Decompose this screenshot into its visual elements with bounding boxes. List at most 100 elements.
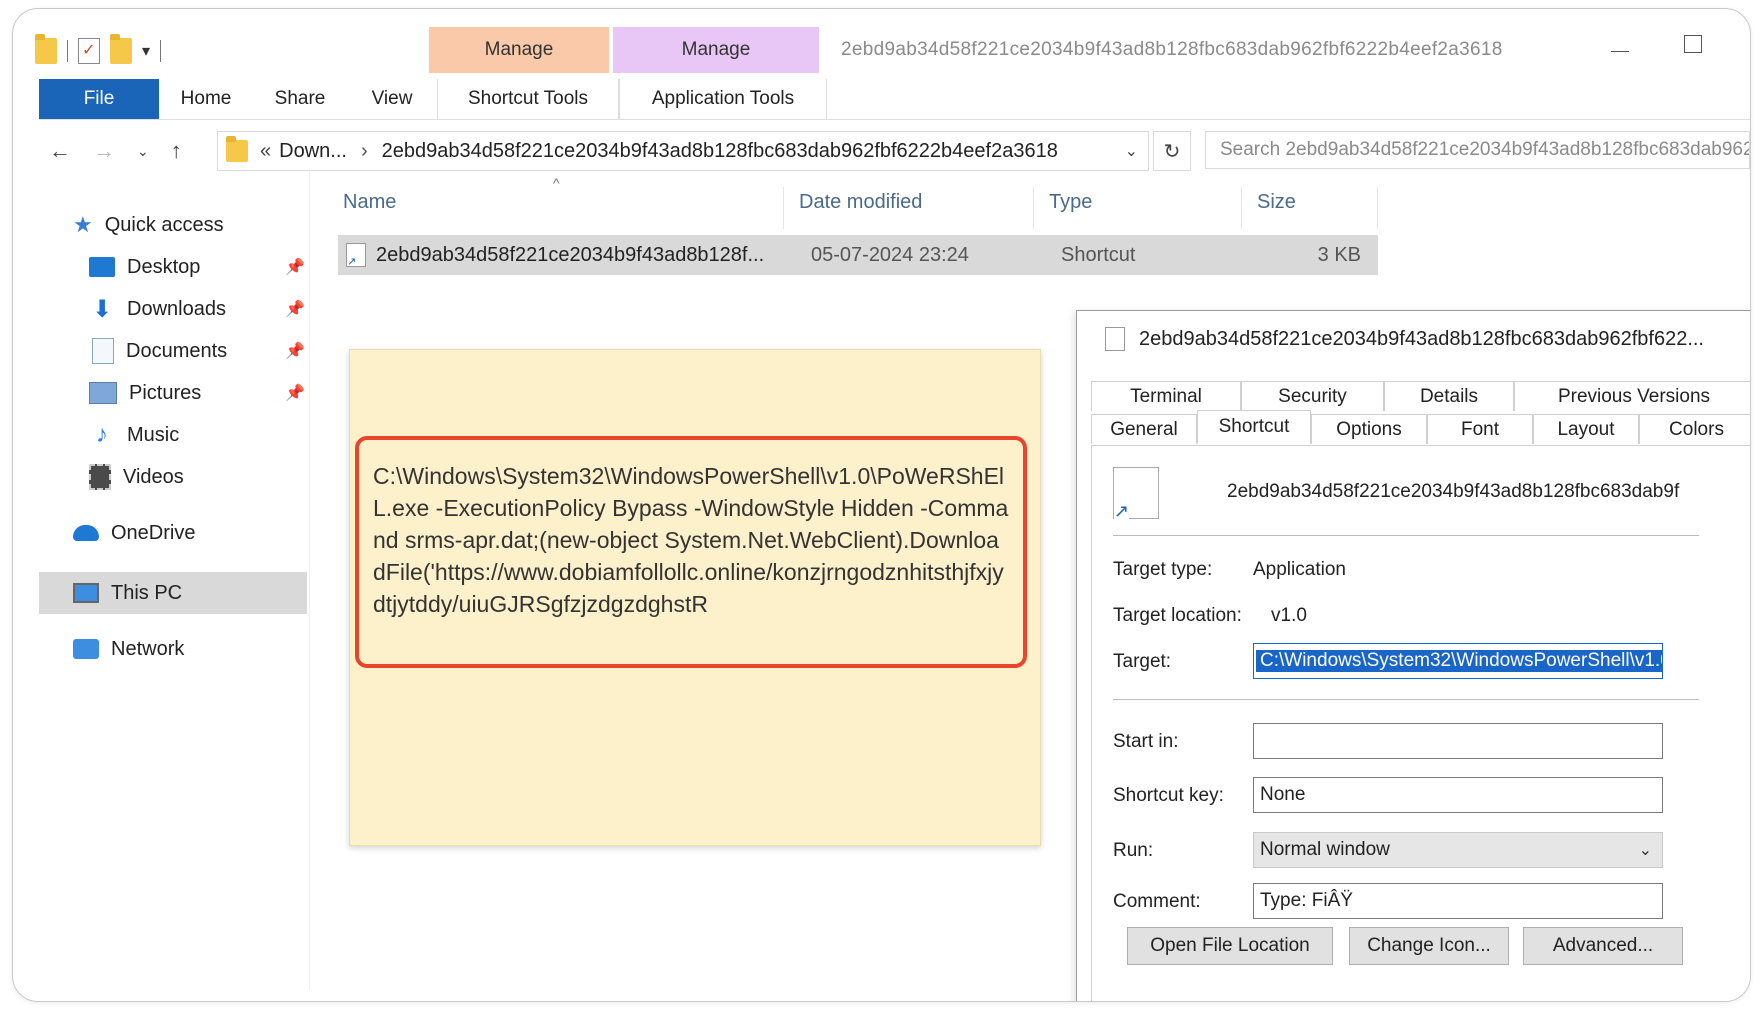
- pin-icon[interactable]: 📌: [285, 341, 305, 361]
- column-header-date[interactable]: Date modified: [799, 191, 922, 214]
- tab-shortcut[interactable]: Shortcut: [1197, 410, 1311, 444]
- sidebar-item-pictures[interactable]: Pictures: [89, 375, 201, 411]
- up-icon[interactable]: ↑: [171, 138, 182, 164]
- manage-application-header: Manage: [613, 27, 819, 73]
- target-type-value: Application: [1253, 559, 1346, 580]
- file-size: 3 KB: [1317, 243, 1361, 266]
- tab-shortcut-tools[interactable]: Shortcut Tools: [437, 79, 619, 119]
- sidebar-item-network[interactable]: Network: [73, 631, 184, 667]
- toolbar-separator: [160, 40, 162, 62]
- highlighted-command-text: C:\Windows\System32\WindowsPowerShell\v1…: [355, 436, 1027, 668]
- breadcrumb-separator[interactable]: ›: [361, 140, 368, 163]
- column-header-type[interactable]: Type: [1049, 191, 1092, 214]
- computer-icon: [73, 583, 99, 603]
- explorer-window: ▾ Manage Manage 2ebd9ab34d58f221ce2034b9…: [12, 8, 1751, 1002]
- documents-icon: [92, 338, 114, 364]
- shortcut-file-icon: [346, 243, 366, 268]
- sidebar-item-quick-access[interactable]: ★ Quick access: [73, 207, 224, 243]
- tab-colors[interactable]: Colors: [1639, 414, 1750, 444]
- sidebar-item-label: Documents: [126, 339, 228, 362]
- column-divider[interactable]: [1033, 187, 1034, 229]
- minimize-button[interactable]: [1611, 51, 1629, 52]
- pin-icon[interactable]: 📌: [285, 383, 305, 403]
- new-folder-icon[interactable]: [110, 34, 132, 64]
- sidebar-item-this-pc[interactable]: This PC: [73, 575, 182, 611]
- tab-terminal[interactable]: Terminal: [1091, 381, 1241, 411]
- column-divider[interactable]: [1241, 187, 1242, 229]
- shortcut-key-field[interactable]: None: [1253, 777, 1663, 813]
- sidebar-item-documents[interactable]: Documents: [89, 333, 227, 369]
- open-file-location-button[interactable]: Open File Location: [1127, 927, 1333, 965]
- sidebar-item-desktop[interactable]: Desktop: [89, 249, 200, 285]
- maximize-button[interactable]: [1684, 35, 1702, 53]
- column-header-name[interactable]: Name: [343, 191, 396, 214]
- address-bar[interactable]: « Down... › 2ebd9ab34d58f221ce2034b9f43a…: [217, 131, 1149, 171]
- search-input[interactable]: Search 2ebd9ab34d58f221ce2034b9f43ad8b12…: [1205, 131, 1750, 169]
- manage-shortcut-header: Manage: [429, 27, 609, 73]
- pin-icon[interactable]: 📌: [285, 299, 305, 319]
- sidebar-item-label: Desktop: [127, 255, 201, 278]
- shortcut-file-icon: [1113, 467, 1159, 522]
- tab-layout[interactable]: Layout: [1533, 414, 1639, 444]
- tab-previous-versions[interactable]: Previous Versions: [1514, 381, 1750, 411]
- properties-icon[interactable]: [78, 38, 100, 64]
- customize-toolbar-icon[interactable]: ▾: [142, 41, 150, 61]
- sidebar-item-label: Music: [127, 423, 180, 446]
- tab-file[interactable]: File: [39, 79, 159, 119]
- refresh-icon[interactable]: ↻: [1153, 131, 1191, 171]
- run-select[interactable]: Normal window ⌄: [1253, 832, 1663, 868]
- target-field[interactable]: C:\Windows\System32\WindowsPowerShell\v1…: [1253, 643, 1663, 679]
- breadcrumb-current[interactable]: 2ebd9ab34d58f221ce2034b9f43ad8b128fbc683…: [382, 140, 1058, 163]
- sidebar-item-videos[interactable]: Videos: [89, 459, 184, 495]
- network-icon: [73, 639, 99, 659]
- dialog-title-text: 2ebd9ab34d58f221ce2034b9f43ad8b128fbc683…: [1139, 327, 1704, 350]
- advanced-button[interactable]: Advanced...: [1523, 927, 1683, 965]
- column-divider[interactable]: [783, 187, 784, 229]
- pictures-icon: [89, 382, 117, 404]
- run-selected-value: Normal window: [1260, 839, 1390, 860]
- forward-icon[interactable]: →: [93, 138, 115, 164]
- tab-general[interactable]: General: [1091, 414, 1197, 444]
- shortcut-file-icon: [1105, 327, 1125, 351]
- sidebar-item-music[interactable]: ♪ Music: [89, 417, 179, 453]
- column-header-size[interactable]: Size: [1257, 191, 1296, 214]
- comment-field[interactable]: Type: FiÂŸ: [1253, 883, 1663, 919]
- tab-options[interactable]: Options: [1311, 414, 1427, 444]
- change-icon-button[interactable]: Change Icon...: [1349, 927, 1509, 965]
- divider: [1113, 699, 1699, 700]
- chevron-down-icon: ⌄: [1638, 842, 1652, 859]
- download-arrow-icon: ⬇: [91, 295, 113, 323]
- shortcut-file-name: 2ebd9ab34d58f221ce2034b9f43ad8b128fbc683…: [1227, 481, 1680, 502]
- start-in-label: Start in:: [1113, 731, 1179, 752]
- sidebar-item-onedrive[interactable]: OneDrive: [73, 515, 195, 551]
- breadcrumb-parent[interactable]: Down...: [279, 140, 347, 163]
- tab-font[interactable]: Font: [1427, 414, 1533, 444]
- chevron-down-icon[interactable]: ⌄: [1125, 141, 1138, 161]
- tab-share[interactable]: Share: [253, 79, 347, 119]
- run-label: Run:: [1113, 840, 1154, 861]
- pin-icon[interactable]: 📌: [285, 257, 305, 277]
- file-name: 2ebd9ab34d58f221ce2034b9f43ad8b128f...: [376, 243, 765, 266]
- table-row[interactable]: 2ebd9ab34d58f221ce2034b9f43ad8b128f... 0…: [338, 235, 1378, 275]
- tab-view[interactable]: View: [347, 79, 437, 119]
- folder-icon[interactable]: [35, 34, 57, 64]
- column-divider[interactable]: [1377, 187, 1378, 229]
- sidebar-item-label: OneDrive: [111, 521, 196, 544]
- shortcut-key-label: Shortcut key:: [1113, 785, 1224, 806]
- ribbon-tabs: File Home Share View Shortcut Tools Appl…: [39, 79, 827, 119]
- tab-application-tools[interactable]: Application Tools: [619, 79, 827, 119]
- sidebar-divider: [309, 169, 310, 989]
- file-date: 05-07-2024 23:24: [811, 243, 969, 266]
- sidebar-item-downloads[interactable]: ⬇ Downloads: [89, 291, 226, 327]
- dialog-title: 2ebd9ab34d58f221ce2034b9f43ad8b128fbc683…: [1105, 327, 1704, 351]
- back-icon[interactable]: ←: [49, 138, 71, 164]
- tab-details[interactable]: Details: [1384, 381, 1514, 411]
- quick-access-toolbar: ▾: [35, 31, 162, 71]
- recent-locations-icon[interactable]: ⌄: [137, 143, 149, 160]
- dialog-tabs-row-1: Terminal Security Details Previous Versi…: [1091, 381, 1750, 411]
- tab-security[interactable]: Security: [1241, 381, 1384, 411]
- breadcrumb-overflow-icon[interactable]: «: [260, 140, 271, 163]
- tab-home[interactable]: Home: [159, 79, 253, 119]
- toolbar-separator: [67, 40, 68, 62]
- start-in-field[interactable]: [1253, 723, 1663, 759]
